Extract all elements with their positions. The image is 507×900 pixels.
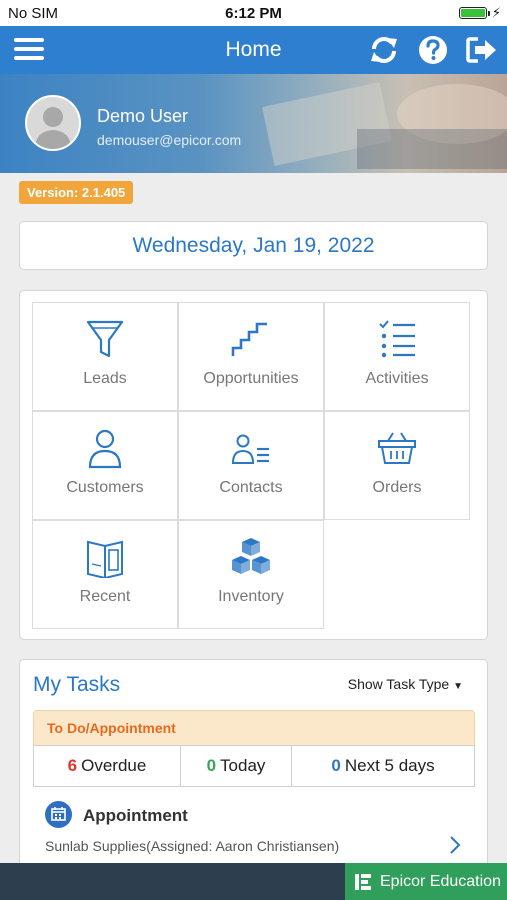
tile-inventory[interactable]: Inventory	[178, 520, 324, 629]
tile-leads[interactable]: Leads	[32, 302, 178, 411]
task-type-dropdown[interactable]: Show Task Type ▼	[348, 676, 463, 692]
help-icon[interactable]	[417, 35, 449, 65]
tile-customers[interactable]: Customers	[32, 411, 178, 520]
charging-icon: ⚡	[491, 5, 501, 20]
caret-down-icon: ▼	[453, 681, 463, 692]
avatar[interactable]	[25, 95, 81, 151]
task-type-label: Show Task Type	[347, 676, 450, 692]
checklist-icon	[379, 320, 415, 358]
logout-icon[interactable]	[465, 35, 497, 65]
chevron-right-icon[interactable]	[448, 835, 462, 855]
tile-label: Opportunities	[203, 370, 299, 387]
task-counts: 6 Overdue 0 Today 0 Next 5 days	[33, 745, 475, 787]
status-bar: No SIM 6:12 PM ⚡	[0, 0, 507, 26]
tile-recent[interactable]: Recent	[32, 520, 178, 629]
epicor-education-label: Epicor Education	[380, 873, 501, 890]
tile-label: Customers	[66, 479, 144, 496]
overdue-count[interactable]: 6 Overdue	[33, 745, 181, 787]
epicor-education-badge[interactable]: Epicor Education	[345, 863, 507, 900]
version-badge: Version: 2.1.405	[19, 181, 134, 204]
appointment-subtitle[interactable]: Sunlab Supplies(Assigned: Aaron Christia…	[45, 838, 339, 854]
tasks-title: My Tasks	[33, 673, 121, 696]
count-value: 0	[206, 756, 217, 775]
count-label: Today	[220, 756, 266, 775]
contact-card-icon	[231, 434, 269, 464]
tile-orders[interactable]: Orders	[324, 411, 470, 520]
next-days-count[interactable]: 0 Next 5 days	[291, 745, 475, 787]
tile-label: Inventory	[218, 588, 284, 605]
battery-icon	[459, 7, 487, 19]
user-email: demouser@epicor.com	[97, 132, 242, 148]
module-grid: Leads Opportunities Activities Customers	[19, 290, 488, 640]
tile-label: Contacts	[219, 479, 283, 496]
calendar-icon	[45, 801, 72, 828]
count-label: Overdue	[81, 756, 147, 775]
funnel-icon	[86, 320, 124, 358]
person-icon	[88, 429, 122, 469]
tile-label: Orders	[372, 479, 422, 496]
count-label: Next 5 days	[344, 756, 435, 775]
top-navbar: Home	[0, 26, 507, 74]
count-value: 6	[67, 756, 78, 775]
tile-label: Recent	[79, 588, 131, 605]
section-header: To Do/Appointment	[33, 710, 475, 746]
profile-banner: Demo User demouser@epicor.com	[0, 74, 507, 173]
today-count[interactable]: 0 Today	[180, 745, 292, 787]
tile-opportunities[interactable]: Opportunities	[178, 302, 324, 411]
appointment-title[interactable]: Appointment	[83, 806, 188, 826]
tile-contacts[interactable]: Contacts	[178, 411, 324, 520]
basket-icon	[378, 432, 416, 464]
boxes-icon	[232, 538, 270, 574]
tile-label: Activities	[365, 370, 429, 387]
bottom-bar: Epicor Education	[0, 863, 507, 900]
count-value: 0	[331, 756, 341, 775]
clock: 6:12 PM	[225, 5, 282, 22]
user-name: Demo User	[97, 106, 189, 126]
current-date: Wednesday, Jan 19, 2022	[19, 221, 488, 270]
tile-label: Leads	[83, 370, 127, 387]
epicor-logo-icon	[355, 874, 371, 890]
stairs-icon	[231, 322, 267, 356]
tile-activities[interactable]: Activities	[324, 302, 470, 411]
book-icon	[87, 540, 123, 578]
refresh-icon[interactable]	[368, 35, 400, 65]
